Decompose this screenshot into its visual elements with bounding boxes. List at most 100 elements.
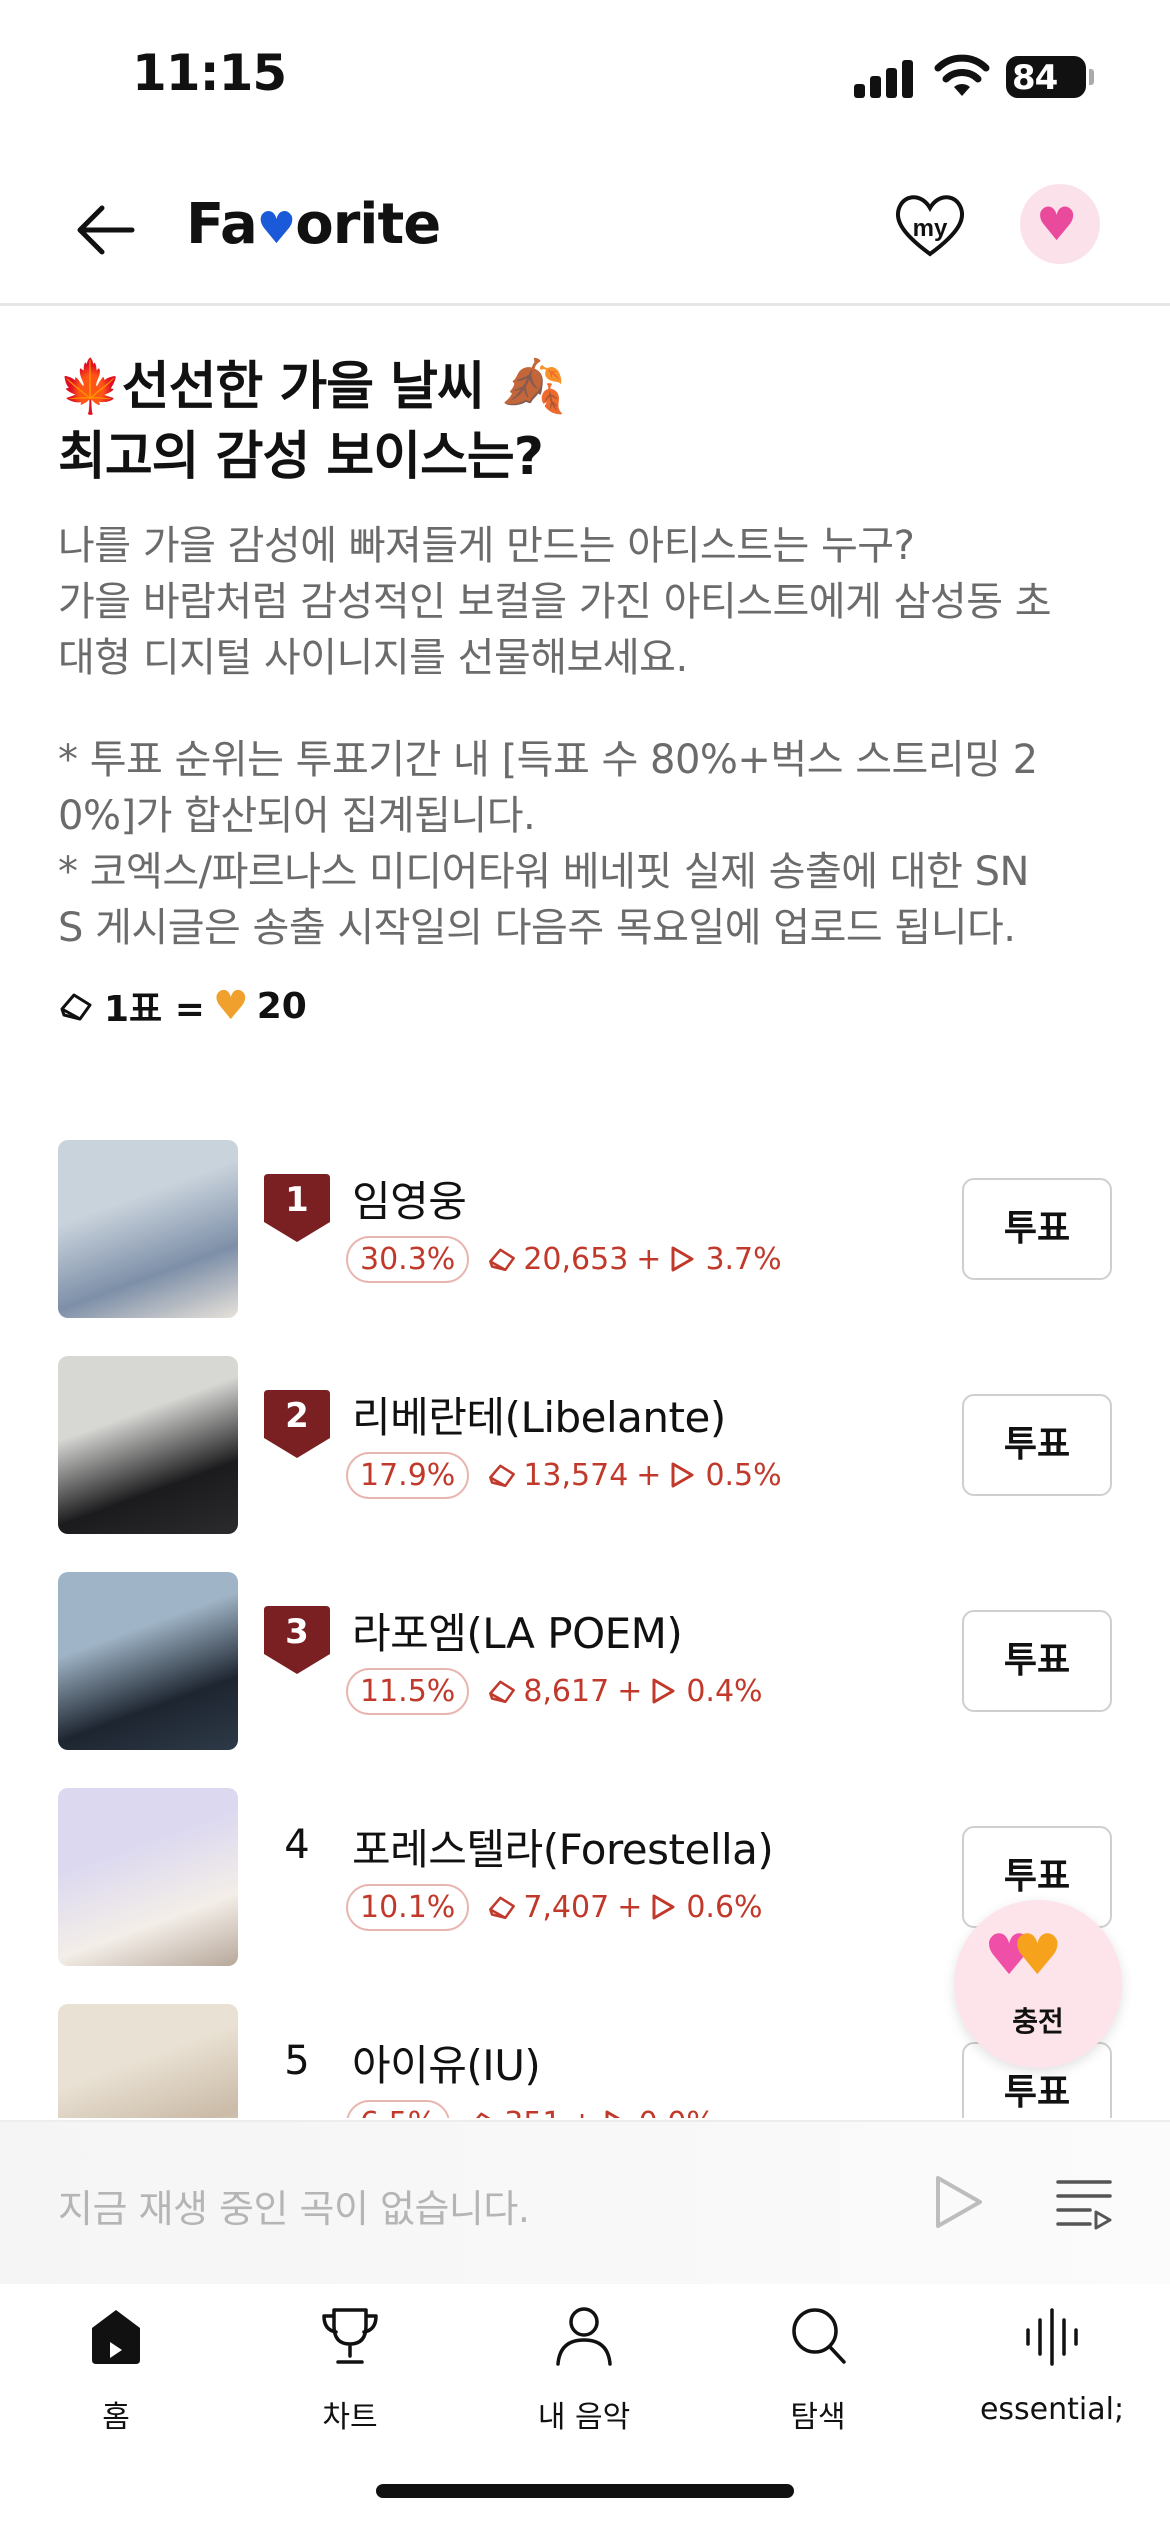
orange-heart: ♥ bbox=[1012, 1923, 1063, 1988]
search-icon bbox=[792, 2308, 846, 2364]
play-outline-icon bbox=[652, 1894, 675, 1920]
streaming-percent: 0.6% bbox=[686, 1889, 763, 1925]
brand-logo: Fa♥orite bbox=[186, 192, 441, 257]
vote-stats: 11.5% 8,617 + 0.4% bbox=[346, 1666, 763, 1716]
vote-rate: 1표 = ♥ 20 bbox=[58, 978, 307, 1034]
nav-explore[interactable]: 탐색 bbox=[728, 2304, 908, 2444]
charge-hearts-button[interactable]: ♥♥ 충전 bbox=[954, 1900, 1122, 2068]
plus-sign: + bbox=[636, 1241, 662, 1277]
vote-percent-badge: 11.5% bbox=[346, 1667, 470, 1715]
home-indicator bbox=[376, 2484, 794, 2498]
vote-stats: 6.5% 351 + 0.0% bbox=[346, 2098, 715, 2118]
battery-level: 84 bbox=[1012, 58, 1058, 98]
artist-name[interactable]: 리베란테(Libelante) bbox=[352, 1384, 726, 1445]
title-line-2: 최고의 감성 보이스는? bbox=[58, 427, 544, 487]
nav-home-label: 홈 bbox=[102, 2400, 130, 2435]
artist-name[interactable]: 라포엠(LA POEM) bbox=[352, 1600, 683, 1661]
plus-sign: + bbox=[569, 2106, 594, 2119]
hearts-icon: ♥♥ bbox=[984, 1924, 1062, 1988]
vote-count: 20,653 bbox=[523, 1241, 629, 1277]
charge-label: 충전 bbox=[1012, 2005, 1064, 2038]
vote-button[interactable]: 투표 bbox=[962, 1610, 1112, 1712]
artist-photo[interactable] bbox=[58, 1572, 238, 1750]
ticket-icon bbox=[60, 993, 92, 1021]
trophy-icon bbox=[322, 2308, 378, 2364]
ranking-row: 2 리베란테(Libelante) 17.9% 13,574 + 0.5% 투표 bbox=[0, 1354, 1170, 1534]
event-description: 나를 가을 감성에 빠져들게 만드는 아티스트는 누구? 가을 바람처럼 감성적… bbox=[58, 523, 1052, 681]
nav-chart[interactable]: 차트 bbox=[260, 2304, 440, 2444]
my-label: my bbox=[913, 215, 948, 242]
vote-percent-badge: 30.3% bbox=[346, 1235, 470, 1283]
signal-icon bbox=[854, 58, 914, 98]
person-icon bbox=[556, 2307, 612, 2366]
rank-badge: 2 bbox=[262, 1386, 332, 1462]
streaming-percent: 3.7% bbox=[705, 1241, 782, 1277]
ticket-icon bbox=[489, 1464, 516, 1488]
vote-button[interactable]: 투표 bbox=[962, 1178, 1112, 1280]
vote-count: 7,407 bbox=[523, 1889, 610, 1925]
rank-number: 2 bbox=[285, 1396, 309, 1436]
rank-badge: 3 bbox=[262, 1602, 332, 1678]
event-notes: * 투표 순위는 투표기간 내 [득표 수 80%+벅스 스트리밍 2 0%]가… bbox=[58, 737, 1038, 951]
plus-sign: + bbox=[617, 1673, 643, 1709]
brand-text-prefix: Fa bbox=[186, 192, 258, 257]
vote-rate-text: 1표 = bbox=[104, 989, 205, 1030]
heart-outline-icon: my bbox=[895, 195, 965, 257]
status-time: 11:15 bbox=[132, 44, 287, 102]
vote-button[interactable]: 투표 bbox=[962, 1394, 1112, 1496]
artist-name[interactable]: 포레스텔라(Forestella) bbox=[352, 1816, 774, 1877]
heart-wallet-button[interactable]: ♥ bbox=[1020, 184, 1100, 264]
plus-sign: + bbox=[617, 1889, 643, 1925]
nav-my-music-label: 내 음악 bbox=[537, 2400, 631, 2435]
my-favorite-button[interactable]: my bbox=[890, 188, 970, 264]
playlist-icon[interactable] bbox=[1054, 2174, 1114, 2232]
mini-player[interactable]: 지금 재생 중인 곡이 없습니다. bbox=[0, 2120, 1170, 2284]
nav-explore-label: 탐색 bbox=[790, 2400, 846, 2435]
play-icon[interactable] bbox=[930, 2172, 986, 2232]
streaming-percent: 0.5% bbox=[705, 1457, 782, 1493]
artist-photo[interactable] bbox=[58, 2004, 238, 2118]
vote-count: 8,617 bbox=[523, 1673, 610, 1709]
favorite-vote-page: 11:15 84 Fa♥orite my ♥ 🍁선선한 가을 날씨 🍂 최고의 … bbox=[0, 0, 1170, 2532]
maple-leaf-icon: 🍁 bbox=[58, 357, 123, 417]
status-bar: 11:15 84 bbox=[0, 0, 1170, 150]
artist-photo[interactable] bbox=[58, 1788, 238, 1966]
nav-my-music[interactable]: 내 음악 bbox=[494, 2304, 674, 2444]
streaming-percent: 0.0% bbox=[639, 2106, 715, 2119]
ticket-icon bbox=[489, 1248, 516, 1272]
vote-rate-hearts: 20 bbox=[256, 985, 307, 1027]
vote-stats: 30.3% 20,653 + 3.7% bbox=[346, 1234, 782, 1284]
artist-photo[interactable] bbox=[58, 1140, 238, 1318]
play-outline-icon bbox=[671, 1462, 694, 1488]
artist-name[interactable]: 임영웅 bbox=[352, 1168, 467, 1229]
artist-name[interactable]: 아이유(IU) bbox=[352, 2032, 541, 2093]
rank-badge: 1 bbox=[262, 1170, 332, 1246]
ticket-icon bbox=[489, 1680, 516, 1704]
ranking-row: 1 임영웅 30.3% 20,653 + 3.7% 투표 bbox=[0, 1138, 1170, 1318]
nav-essential-label: essential; bbox=[979, 2392, 1125, 2427]
nav-home[interactable]: 홈 bbox=[26, 2304, 206, 2444]
vote-percent-badge: 17.9% bbox=[346, 1451, 470, 1499]
battery-icon: 84 bbox=[1006, 56, 1094, 98]
back-arrow-icon[interactable] bbox=[70, 194, 142, 266]
nav-chart-label: 차트 bbox=[322, 2400, 378, 2435]
page-title: 🍁선선한 가을 날씨 🍂 최고의 감성 보이스는? bbox=[58, 352, 1118, 492]
rank-number: 3 bbox=[285, 1612, 309, 1652]
rank-number: 1 bbox=[285, 1180, 309, 1220]
title-line-1: 선선한 가을 날씨 bbox=[121, 357, 485, 417]
brand-text-suffix: orite bbox=[295, 192, 441, 257]
gradient-heart-icon: ♥ bbox=[212, 983, 249, 1029]
rank-number: 4 bbox=[284, 1822, 310, 1868]
nav-essential[interactable]: essential; bbox=[962, 2304, 1142, 2444]
vote-percent-badge: 6.5% bbox=[346, 2099, 451, 2118]
home-icon bbox=[92, 2310, 140, 2364]
fallen-leaf-icon: 🍂 bbox=[500, 357, 566, 417]
play-outline-icon bbox=[652, 1678, 675, 1704]
app-header: Fa♥orite my ♥ bbox=[0, 150, 1170, 306]
waveform-icon bbox=[1026, 2308, 1078, 2366]
now-playing-empty-text: 지금 재생 중인 곡이 없습니다. bbox=[58, 2187, 530, 2231]
artist-photo[interactable] bbox=[58, 1356, 238, 1534]
rank-number: 5 bbox=[284, 2038, 310, 2084]
pink-heart-icon: ♥ bbox=[1036, 197, 1078, 251]
plus-sign: + bbox=[636, 1457, 662, 1493]
